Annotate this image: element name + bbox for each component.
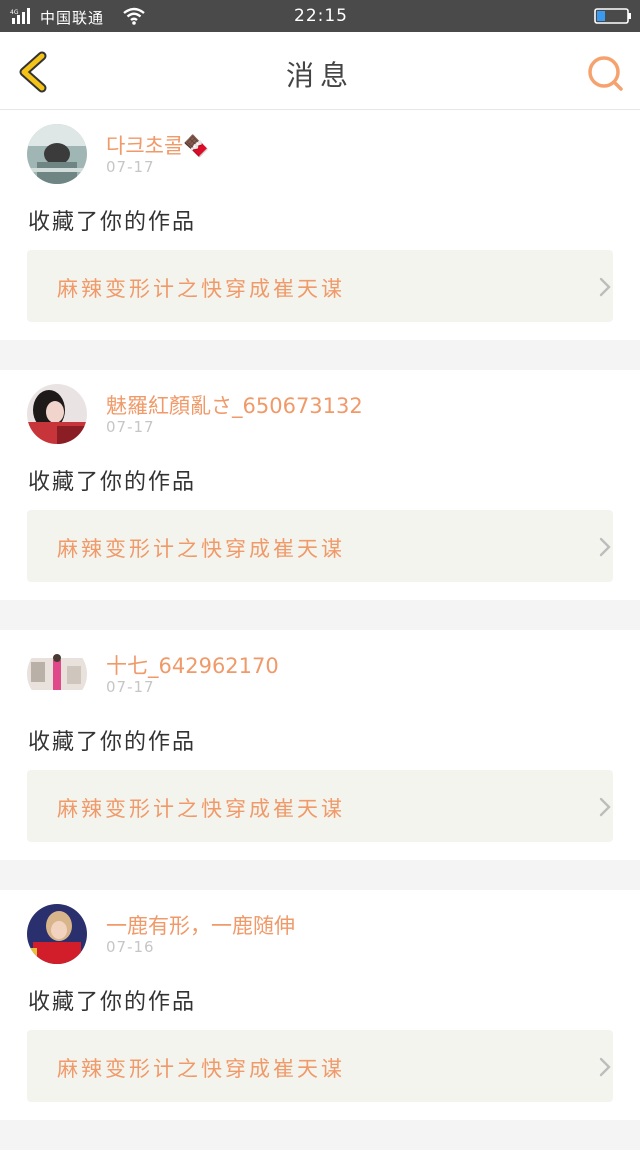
battery-icon — [594, 8, 631, 24]
username[interactable]: 魅羅紅顏亂さ_650673132 — [106, 390, 363, 420]
notification-card: 一鹿有形，一鹿随伸 07-16 收藏了你的作品 麻辣变形计之快穿成崔天谋 — [0, 890, 640, 1120]
work-link[interactable]: 麻辣变形计之快穿成崔天谋 — [27, 510, 613, 582]
avatar[interactable] — [27, 644, 87, 704]
chevron-right-icon — [599, 797, 611, 817]
notification-list: 다크초콜🍫 07-17 收藏了你的作品 麻辣变形计之快穿成崔天谋 魅羅紅顏亂さ_… — [0, 110, 640, 1150]
notification-card: 十七_642962170 07-17 收藏了你的作品 麻辣变形计之快穿成崔天谋 — [0, 630, 640, 860]
avatar[interactable] — [27, 124, 87, 184]
notification-card: 魅羅紅顏亂さ_650673132 07-17 收藏了你的作品 麻辣变形计之快穿成… — [0, 370, 640, 600]
search-icon[interactable] — [584, 52, 626, 94]
page-title: 消息 — [285, 59, 354, 92]
chevron-right-icon — [599, 277, 611, 297]
avatar[interactable] — [27, 904, 87, 964]
status-bar: 4G 中国联通 22:15 — [0, 0, 640, 32]
action-text: 收藏了你的作品 — [28, 730, 197, 755]
work-link[interactable]: 麻辣变形计之快穿成崔天谋 — [27, 1030, 613, 1102]
avatar[interactable] — [27, 384, 87, 444]
chevron-right-icon — [599, 537, 611, 557]
svg-text:4G: 4G — [10, 9, 19, 16]
username[interactable]: 다크초콜🍫 — [106, 130, 209, 160]
work-link[interactable]: 麻辣变形计之快穿成崔天谋 — [27, 770, 613, 842]
action-text: 收藏了你的作品 — [28, 990, 197, 1015]
date: 07-17 — [106, 158, 155, 176]
wifi-icon — [123, 7, 145, 25]
username[interactable]: 一鹿有形，一鹿随伸 — [106, 910, 295, 940]
work-title: 麻辣变形计之快穿成崔天谋 — [57, 1057, 345, 1081]
app-header: 消息 — [0, 32, 640, 110]
work-link[interactable]: 麻辣变形计之快穿成崔天谋 — [27, 250, 613, 322]
clock: 22:15 — [294, 6, 348, 26]
date: 07-17 — [106, 418, 155, 436]
username[interactable]: 十七_642962170 — [106, 650, 279, 680]
date: 07-16 — [106, 938, 155, 956]
signal-icon: 4G — [10, 8, 30, 24]
chevron-right-icon — [599, 1057, 611, 1077]
notification-card: 다크초콜🍫 07-17 收藏了你的作品 麻辣变形计之快穿成崔天谋 — [0, 110, 640, 340]
work-title: 麻辣变形计之快穿成崔天谋 — [57, 277, 345, 301]
work-title: 麻辣变形计之快穿成崔天谋 — [57, 537, 345, 561]
work-title: 麻辣变形计之快穿成崔天谋 — [57, 797, 345, 821]
carrier-label: 中国联通 — [40, 9, 105, 27]
action-text: 收藏了你的作品 — [28, 470, 197, 495]
date: 07-17 — [106, 678, 155, 696]
action-text: 收藏了你的作品 — [28, 210, 197, 235]
